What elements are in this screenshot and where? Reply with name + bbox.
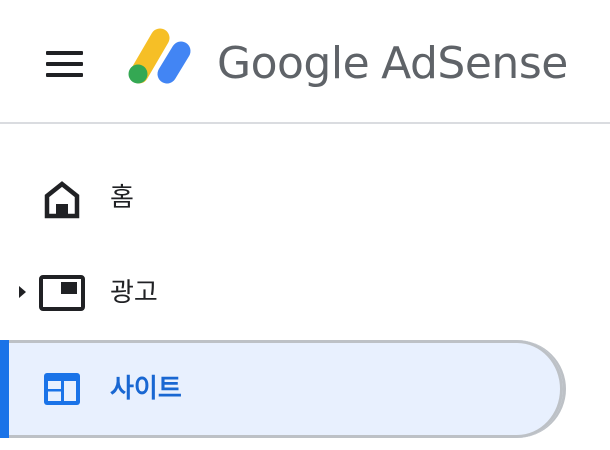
sidebar-item-label: 광고 <box>110 278 158 308</box>
brand-product: AdSense <box>381 38 568 89</box>
logo-green-dot <box>128 64 148 84</box>
menu-icon-line-bottom <box>46 73 83 77</box>
adsense-page: Google AdSense 홈 광고 사이트 <box>0 0 610 450</box>
sidebar-item-ads[interactable]: 광고 <box>0 246 565 342</box>
sidebar-item-home[interactable]: 홈 <box>0 150 565 246</box>
app-header: Google AdSense <box>0 0 610 124</box>
sidebar-item-label: 사이트 <box>110 374 182 404</box>
sites-icon <box>44 373 80 405</box>
active-indicator <box>0 340 9 438</box>
home-icon <box>44 181 80 219</box>
sidebar-item-sites[interactable]: 사이트 <box>0 340 566 438</box>
brand-wordmark[interactable]: Google AdSense <box>217 34 568 94</box>
main-menu-button[interactable] <box>36 40 92 88</box>
menu-icon-line-top <box>46 51 83 55</box>
adsense-logo-icon[interactable] <box>126 28 196 88</box>
menu-icon-line-middle <box>46 62 83 66</box>
brand-google: Google <box>217 38 370 89</box>
ad-unit-icon <box>39 275 85 311</box>
sidebar-item-label: 홈 <box>110 183 134 213</box>
triangle-right-icon[interactable] <box>12 282 32 302</box>
logo-blue-stroke <box>157 41 191 84</box>
